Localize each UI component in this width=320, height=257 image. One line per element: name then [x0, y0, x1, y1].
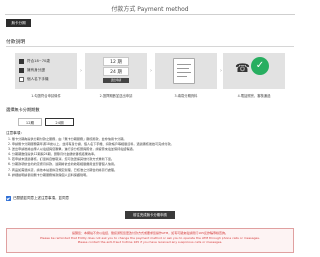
- process-steps: 符合18~70歲 擁有身分證 個人名下手機 1.勾選符合申請條件 › 12 期 …: [15, 53, 285, 99]
- step-1-label: 1.勾選符合申請條件: [31, 94, 61, 98]
- requirement-id: 擁有身分證: [19, 68, 45, 73]
- period-option-24[interactable]: 24期: [45, 118, 74, 126]
- submit-installment-button[interactable]: 前往完成無卡分期申請: [125, 211, 175, 219]
- checkbox-icon: [19, 68, 24, 73]
- agree-row[interactable]: 已閱讀並同意上述注意事項，並同意: [6, 196, 69, 201]
- checkbox-icon: [19, 59, 24, 64]
- step-period-12: 12 期: [103, 57, 129, 66]
- notes-title: 注意事項：: [6, 131, 24, 135]
- step-2-panel: 12 期 24 期 送出申請: [85, 53, 147, 89]
- requirement-age: 符合18~70歲: [19, 59, 50, 64]
- form-card-icon: [173, 58, 195, 84]
- step-1-panel: 符合18~70歲 擁有身分證 個人名下手機: [15, 53, 77, 89]
- arrow-right-icon: ›: [80, 68, 82, 74]
- page-title: 付款方式 Payment method: [111, 6, 189, 13]
- requirement-phone: 個人名下手機: [19, 77, 49, 82]
- requirement-label: 擁有身分證: [27, 68, 45, 72]
- checkbox-icon: [19, 77, 24, 82]
- requirement-label: 個人名下手機: [27, 77, 49, 81]
- step-4-label: 4.電話照會，審核通過: [237, 94, 271, 98]
- period-label: 選擇無卡分期期數: [6, 107, 40, 112]
- notes-list: 1. 無卡分期為提供分期付款之服務，由「無卡分期服務」審核撥款，並非信用卡分期。…: [8, 137, 293, 178]
- fraud-warning-box: 提醒您：本網站不會以電話、簡訊通知您更改付款方式或要求您操作ATM，如有可疑來電…: [6, 228, 294, 253]
- requirement-label: 符合18~70歲: [27, 59, 50, 63]
- agree-label: 已閱讀並同意上述注意事項，並同意: [13, 196, 69, 200]
- step-4-panel: ☎ ✓: [223, 53, 285, 89]
- step-3-panel: [155, 53, 217, 89]
- phone-icon: ☎: [235, 61, 250, 75]
- checkmark-icon: ✓: [251, 57, 269, 75]
- step-2-label: 2.選擇期數並送出申請: [99, 94, 133, 98]
- arrow-right-icon: ›: [150, 68, 152, 74]
- note-item: 8. 詳細說明請參閱無卡分期服務條款與個人資料保護聲明。: [8, 172, 90, 177]
- section-divider: [6, 46, 294, 47]
- installment-mode-tab[interactable]: 無卡分期: [6, 19, 31, 27]
- title-divider: [5, 14, 295, 15]
- step-period-24: 24 期: [103, 67, 129, 76]
- step-submit-illustration: 送出申請: [103, 78, 129, 83]
- arrow-right-icon: ›: [220, 68, 222, 74]
- step-3-label: 3.填寫分期資料: [174, 94, 198, 98]
- agree-checkbox[interactable]: [6, 196, 11, 201]
- period-option-12[interactable]: 12期: [18, 118, 42, 126]
- warning-line: Please contact the anti-fraud hotline 16…: [77, 240, 223, 245]
- section-title: 付款說明: [6, 40, 26, 45]
